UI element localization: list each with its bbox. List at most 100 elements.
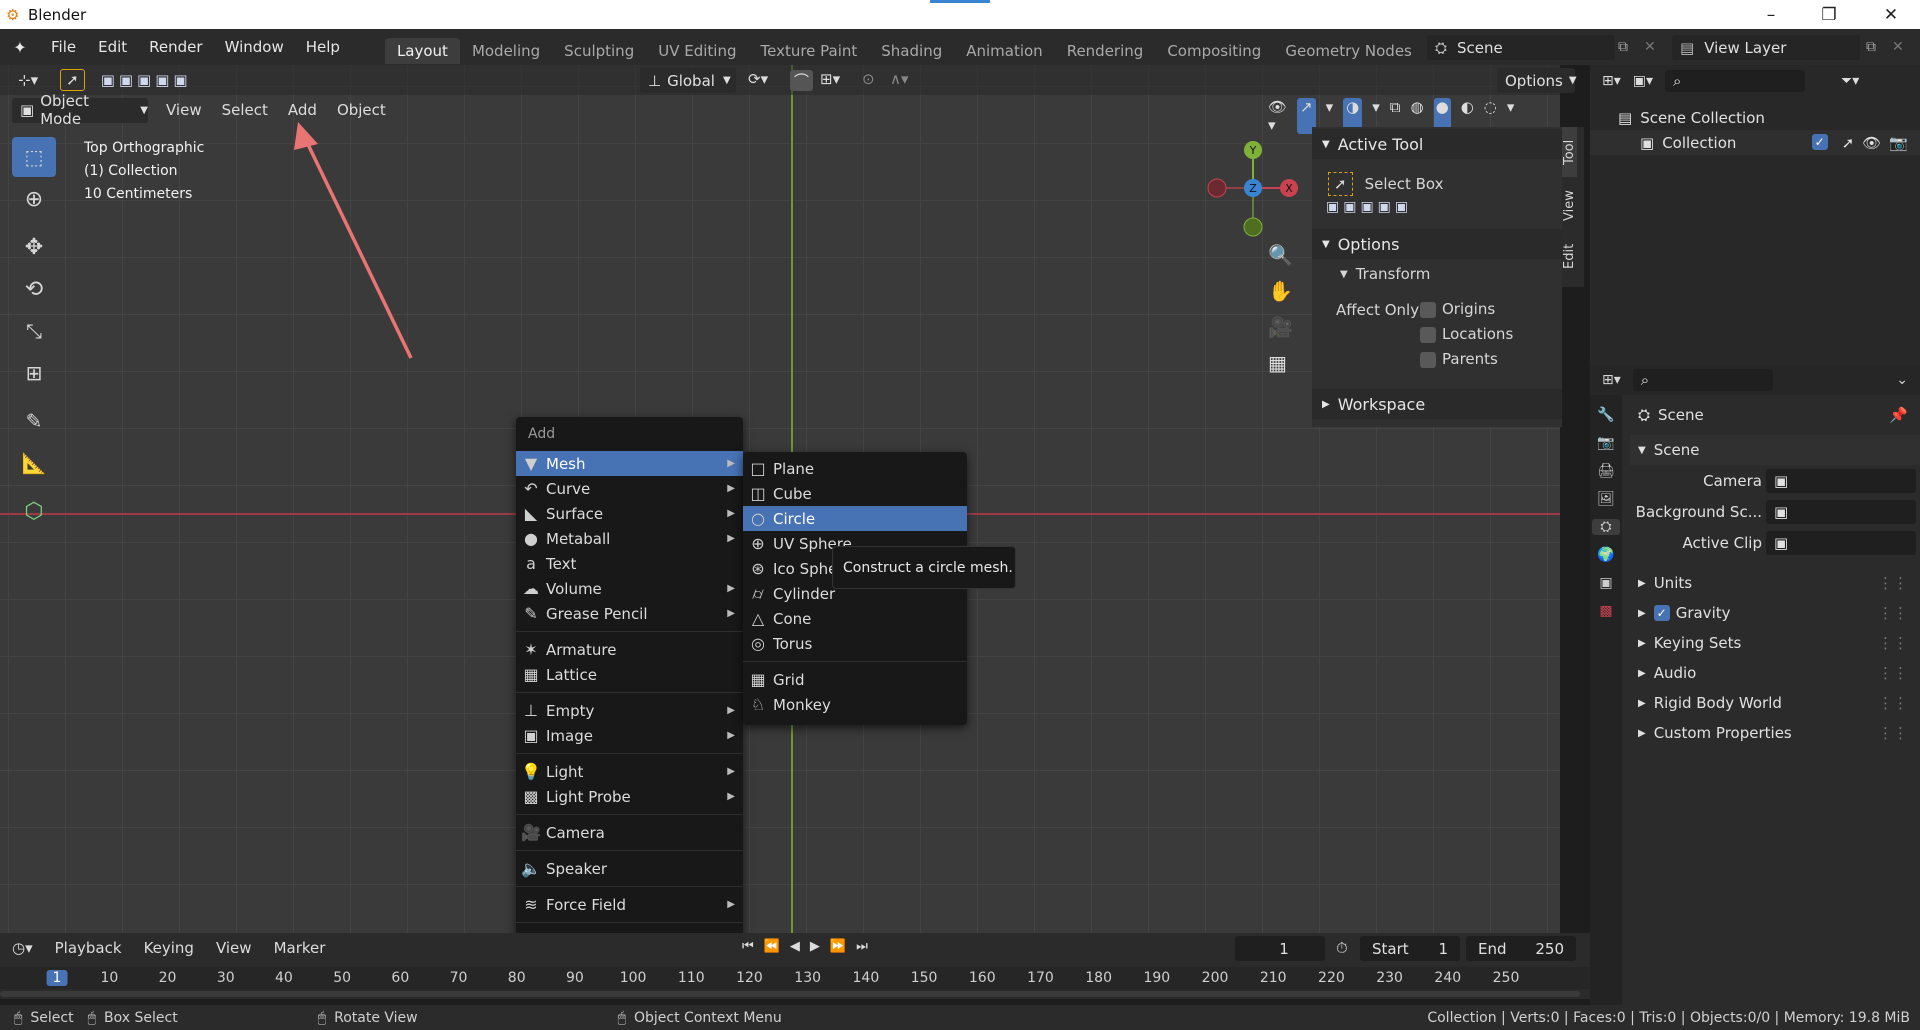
drag-handle-icon[interactable]: ⋮⋮ bbox=[1878, 634, 1908, 652]
tab-tool[interactable]: Tool bbox=[1562, 127, 1577, 177]
tab-compositing[interactable]: Compositing bbox=[1155, 38, 1273, 64]
display-mode-icon[interactable]: ▣▾ bbox=[1633, 73, 1653, 89]
jump-keyframe-back-icon[interactable]: ⏪ bbox=[764, 939, 780, 954]
tab-shading[interactable]: Shading bbox=[869, 38, 954, 64]
panel-units[interactable]: ▶ Units ⋮⋮ bbox=[1630, 568, 1920, 598]
outliner-collection[interactable]: ▣ Collection ✓ ➚ 👁 📷 bbox=[1590, 130, 1920, 155]
view-layer-selector[interactable]: ▤ View Layer bbox=[1672, 35, 1860, 60]
falloff-icon[interactable]: ∧▾ bbox=[890, 70, 909, 88]
measure-tool-icon[interactable]: 📐 bbox=[12, 443, 56, 483]
tab-animation[interactable]: Animation bbox=[954, 38, 1054, 64]
add-menu-item-armature[interactable]: ✶ Armature bbox=[516, 637, 743, 662]
jump-start-icon[interactable]: ⏮ bbox=[742, 939, 754, 954]
minimize-button[interactable]: – bbox=[1742, 0, 1800, 29]
panel-rigid-body-world[interactable]: ▶ Rigid Body World ⋮⋮ bbox=[1630, 688, 1920, 718]
proportional-edit-icon[interactable]: ⊙ bbox=[862, 70, 875, 88]
camera-view-icon[interactable]: 🎥 bbox=[1268, 315, 1293, 339]
mode-dropdown[interactable]: ▣ Object Mode ▼ bbox=[12, 92, 148, 128]
rotate-tool-icon[interactable]: ⟲ bbox=[12, 269, 56, 309]
tab-edit[interactable]: Edit bbox=[1562, 231, 1577, 281]
menu-window[interactable]: Window bbox=[214, 38, 295, 56]
render-properties-icon[interactable]: 📷 bbox=[1597, 435, 1614, 451]
tool-properties-icon[interactable]: 🔧 bbox=[1597, 407, 1614, 423]
add-menu-item-light-probe[interactable]: ▩ Light Probe ▶ bbox=[516, 784, 743, 809]
active-tool-header[interactable]: ▼ Active Tool bbox=[1312, 129, 1562, 159]
select-box-tool-icon[interactable]: ⬚ bbox=[12, 137, 56, 177]
add-cube-tool-icon[interactable]: ⬡ bbox=[12, 491, 56, 531]
pivot-point-icon[interactable]: ⟳▾ bbox=[748, 70, 768, 88]
add-menu-item-surface[interactable]: ◣ Surface ▶ bbox=[516, 501, 743, 526]
drag-handle-icon[interactable]: ⋮⋮ bbox=[1878, 694, 1908, 712]
navigation-gizmo[interactable]: Y Z X bbox=[1195, 135, 1305, 245]
play-reverse-icon[interactable]: ◀ bbox=[790, 939, 800, 954]
add-menu-item-camera[interactable]: 🎥 Camera bbox=[516, 820, 743, 845]
workspace-header[interactable]: ▶ Workspace bbox=[1312, 389, 1562, 419]
close-button[interactable]: ✕ bbox=[1862, 0, 1920, 29]
scene-properties-icon[interactable]: ⛭ bbox=[1592, 519, 1620, 535]
collection-properties-icon[interactable]: ▣ bbox=[1599, 575, 1612, 591]
gravity-checkbox[interactable]: ✓ bbox=[1653, 605, 1670, 621]
world-properties-icon[interactable]: 🌍 bbox=[1597, 547, 1614, 563]
add-menu-item-curve[interactable]: ↶ Curve ▶ bbox=[516, 476, 743, 501]
start-frame-field[interactable]: Start 1 bbox=[1360, 936, 1460, 961]
cursor-tool-icon[interactable]: ⊕ bbox=[12, 179, 56, 219]
blender-menu-icon[interactable]: ✦ bbox=[0, 38, 40, 57]
viewport-menu-view[interactable]: View bbox=[158, 98, 210, 122]
add-menu-item-force-field[interactable]: ≋ Force Field ▶ bbox=[516, 892, 743, 917]
mesh-item-circle[interactable]: ○ Circle bbox=[743, 506, 967, 531]
drag-handle-icon[interactable]: ⋮⋮ bbox=[1878, 604, 1908, 622]
delete-scene-icon[interactable]: ✕ bbox=[1644, 39, 1656, 55]
timeline-menu-view[interactable]: View bbox=[208, 936, 260, 960]
outliner-scene-collection[interactable]: ▤ Scene Collection bbox=[1590, 105, 1920, 130]
outliner-search-input[interactable]: ⌕ bbox=[1665, 70, 1806, 92]
output-properties-icon[interactable]: 🖨 bbox=[1597, 463, 1615, 479]
mesh-item-cube[interactable]: ◫ Cube bbox=[743, 481, 967, 506]
transform-tool-icon[interactable]: ⊞ bbox=[12, 353, 56, 393]
scene-selector[interactable]: ⛭ Scene bbox=[1427, 35, 1615, 60]
add-menu-item-image[interactable]: ▣ Image ▶ bbox=[516, 723, 743, 748]
mesh-item-cone[interactable]: △ Cone bbox=[743, 606, 967, 631]
timeline-menu-marker[interactable]: Marker bbox=[266, 936, 334, 960]
checkbox[interactable] bbox=[1420, 326, 1436, 343]
tab-rendering[interactable]: Rendering bbox=[1055, 38, 1156, 64]
tab-layout[interactable]: Layout bbox=[384, 38, 460, 64]
camera-field[interactable]: ▣ bbox=[1766, 468, 1916, 493]
panel-keying-sets[interactable]: ▶ Keying Sets ⋮⋮ bbox=[1630, 628, 1920, 658]
menu-edit[interactable]: Edit bbox=[87, 38, 138, 56]
panel-audio[interactable]: ▶ Audio ⋮⋮ bbox=[1630, 658, 1920, 688]
maximize-button[interactable]: ❐ bbox=[1800, 0, 1858, 29]
annotate-tool-icon[interactable]: ✎ bbox=[12, 401, 56, 441]
select-tool-icon[interactable]: ➚ bbox=[60, 69, 85, 91]
add-menu-item-speaker[interactable]: 🔈 Speaker bbox=[516, 856, 743, 881]
current-frame-field[interactable]: 1 bbox=[1235, 936, 1325, 961]
ortho-grid-icon[interactable]: ▦ bbox=[1268, 351, 1293, 375]
background-sc-field[interactable]: ▣ bbox=[1766, 499, 1916, 524]
options-header[interactable]: ▼ Options bbox=[1312, 229, 1562, 259]
active-clip-field[interactable]: ▣ bbox=[1766, 530, 1916, 555]
zoom-icon[interactable]: 🔍 bbox=[1268, 243, 1293, 267]
add-menu-item-lattice[interactable]: ▦ Lattice bbox=[516, 662, 743, 687]
scale-tool-icon[interactable]: ⤡ bbox=[12, 311, 56, 351]
drag-handle-icon[interactable]: ⋮⋮ bbox=[1878, 664, 1908, 682]
mesh-item-monkey[interactable]: ♘ Monkey bbox=[743, 692, 967, 717]
tab-geometry-nodes[interactable]: Geometry Nodes bbox=[1273, 38, 1424, 64]
play-icon[interactable]: ▶ bbox=[810, 939, 820, 954]
selectable-icon[interactable]: ➚ bbox=[1842, 134, 1855, 152]
affect-origins-option[interactable]: Origins bbox=[1420, 297, 1513, 322]
panel-gravity[interactable]: ▶ ✓ Gravity ⋮⋮ bbox=[1630, 598, 1920, 628]
add-menu-item-metaball[interactable]: ● Metaball ▶ bbox=[516, 526, 743, 551]
tab-view[interactable]: View bbox=[1562, 181, 1577, 231]
timeline-ruler[interactable]: 1 10 20 30 40 50 60 70 80 90 100 110 120 130 140 150 160… bbox=[0, 967, 1590, 989]
render-camera-icon[interactable]: 📷 bbox=[1889, 134, 1908, 152]
stopwatch-icon[interactable]: ⏱ bbox=[1336, 939, 1348, 957]
tab-texture-paint[interactable]: Texture Paint bbox=[748, 38, 869, 64]
exclude-checkbox[interactable]: ✓ bbox=[1811, 133, 1828, 150]
tab-sculpting[interactable]: Sculpting bbox=[552, 38, 646, 64]
transform-orientation-dropdown[interactable]: ⊥ Global ▼ bbox=[640, 68, 736, 93]
add-menu-item-volume[interactable]: ☁ Volume ▶ bbox=[516, 576, 743, 601]
checkbox[interactable] bbox=[1420, 301, 1436, 318]
viewport-menu-select[interactable]: Select bbox=[214, 98, 276, 122]
panel-custom-properties[interactable]: ▶ Custom Properties ⋮⋮ bbox=[1630, 718, 1920, 748]
new-view-layer-icon[interactable]: ⧉ bbox=[1866, 39, 1876, 55]
move-tool-icon[interactable]: ✥ bbox=[12, 227, 56, 267]
